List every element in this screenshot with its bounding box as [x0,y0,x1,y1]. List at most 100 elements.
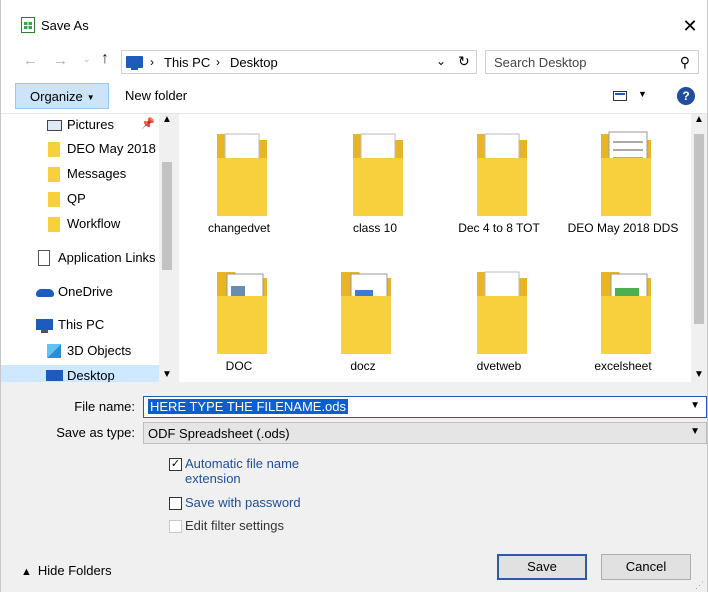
automatic-extension-checkbox[interactable]: ✓ [169,458,182,471]
folder-with-documents-icon [601,131,651,216]
folder-icon [48,192,60,207]
search-icon[interactable]: ⚲ [680,54,690,71]
close-icon[interactable]: ✕ [673,12,707,40]
recent-locations-chevron-icon[interactable]: ⌄ [83,54,91,65]
title-bar: Save As ✕ [1,0,707,44]
cloud-icon [36,289,54,297]
sidebar-item-deo-may-2018[interactable]: DEO May 2018 D [1,138,159,160]
sidebar-item-label: 3D Objects [67,343,132,358]
hide-folders-button[interactable]: ▲ Hide Folders [21,563,112,578]
folder-icon [48,217,60,232]
sidebar-item-label: This PC [58,317,105,332]
automatic-extension-label[interactable]: Automatic file name extension [185,456,299,486]
organize-button[interactable]: Organize ▼ [15,83,109,109]
file-name-label: File name: [74,399,135,414]
sidebar-item-3d-objects[interactable]: 3D Objects [1,340,159,362]
scroll-down-icon[interactable]: ▼ [694,369,704,380]
folder-with-documents-icon [217,272,267,354]
sidebar-item-this-pc[interactable]: This PC [1,314,159,336]
help-icon[interactable]: ? [677,87,695,105]
sidebar-item-onedrive[interactable]: OneDrive [1,281,159,303]
chevron-up-icon: ▲ [21,566,32,578]
chevron-down-icon[interactable]: ▼ [690,426,700,437]
caret-down-icon: ▼ [86,93,95,102]
scrollbar-thumb[interactable] [694,134,704,324]
navigation-pane-scrollbar[interactable]: ▲ ▼ [159,114,175,382]
file-item[interactable]: DOC [179,252,299,382]
file-list-pane: changedvet class 10 Dec 4 to 8 TOT DEO M… [179,114,691,382]
edit-filter-checkbox[interactable] [169,520,182,533]
sidebar-item-application-links[interactable]: Application Links [1,247,159,269]
file-item[interactable]: docz [303,252,423,382]
save-password-label[interactable]: Save with password [185,495,301,510]
resize-grip-icon[interactable]: ⋰ [695,580,705,590]
sidebar-item-label: Workflow [67,216,121,231]
desktop-icon [46,370,63,381]
sidebar-item-workflow[interactable]: Workflow [1,213,159,235]
automatic-extension-label-line1: Automatic file name [185,456,300,471]
save-as-dialog: Save As ✕ ← → ⌄ ↑ › This PC › Desktop ⌄ … [0,0,708,592]
sidebar-item-label: DEO May 2018 D [67,141,159,156]
save-password-checkbox[interactable] [169,497,182,510]
search-input[interactable] [492,53,662,71]
folder-icon [48,142,60,157]
breadcrumb-desktop[interactable]: Desktop [230,55,278,70]
sidebar-item-label: Pictures [67,117,114,132]
scroll-up-icon[interactable]: ▲ [162,114,172,125]
file-name-value[interactable]: HERE TYPE THE FILENAME.ods [148,399,349,414]
file-pane-scrollbar[interactable]: ▲ ▼ [691,114,707,382]
computer-icon [126,56,143,70]
folder-with-documents-icon [341,272,391,354]
sidebar-item-messages[interactable]: Messages [1,163,159,185]
breadcrumb-separator-icon: › [216,55,220,69]
folder-with-media-icon [353,133,403,216]
save-type-label: Save as type: [56,425,135,440]
sidebar-item-label: Desktop [67,368,115,382]
sidebar-item-qp[interactable]: QP [1,188,159,210]
new-folder-button[interactable]: New folder [125,88,187,103]
file-name: dvetweb [476,359,522,373]
save-type-select[interactable]: ODF Spreadsheet (.ods) ▼ [143,422,707,444]
file-item[interactable]: dvetweb [439,252,559,382]
scroll-up-icon[interactable]: ▲ [694,114,704,125]
file-name: docz [350,359,376,373]
folder-with-media-icon [217,133,267,216]
sidebar-item-label: Messages [67,166,127,181]
scrollbar-thumb[interactable] [162,162,172,270]
refresh-icon[interactable]: ↻ [458,53,470,70]
navigation-pane: Pictures 📌 DEO May 2018 D Messages QP Wo… [1,114,175,382]
file-item[interactable]: class 10 [315,114,435,244]
file-name-field[interactable]: HERE TYPE THE FILENAME.ods ▼ [143,396,707,418]
file-name: DEO May 2018 DDS [567,221,679,235]
sidebar-item-pictures[interactable]: Pictures 📌 [1,114,159,136]
automatic-extension-label-line2: extension [185,471,241,486]
file-name: excelsheet [594,359,652,373]
edit-filter-label[interactable]: Edit filter settings [185,518,284,533]
breadcrumb-this-pc[interactable]: This PC [164,55,210,70]
cube-icon [47,344,61,358]
command-toolbar: Organize ▼ New folder ▼ ? [1,80,707,114]
pin-icon[interactable]: 📌 [141,117,155,130]
cancel-button[interactable]: Cancel [601,554,691,580]
file-item[interactable]: excelsheet [563,252,683,382]
navigation-bar: ← → ⌄ ↑ › This PC › Desktop ⌄ ↻ ⚲ [1,44,707,80]
address-dropdown-icon[interactable]: ⌄ [436,54,446,68]
up-arrow-icon[interactable]: ↑ [101,50,109,68]
computer-icon [36,319,53,333]
address-bar[interactable]: › This PC › Desktop ⌄ ↻ [121,50,477,74]
chevron-down-icon[interactable]: ▼ [690,400,700,411]
scroll-down-icon[interactable]: ▼ [162,369,172,380]
file-name: DOC [225,359,253,373]
caret-down-icon[interactable]: ▼ [638,89,647,99]
save-type-value: ODF Spreadsheet (.ods) [148,426,290,441]
file-item[interactable]: DEO May 2018 DDS [563,114,683,244]
save-button[interactable]: Save [497,554,587,580]
sidebar-item-desktop[interactable]: Desktop [1,365,159,382]
view-options-icon[interactable] [613,91,627,101]
forward-arrow-icon[interactable]: → [53,52,68,69]
file-item[interactable]: changedvet [179,114,299,244]
back-arrow-icon[interactable]: ← [23,52,38,69]
file-item[interactable]: Dec 4 to 8 TOT [439,114,559,244]
search-box: ⚲ [485,50,699,74]
sidebar-item-label: QP [67,191,86,206]
